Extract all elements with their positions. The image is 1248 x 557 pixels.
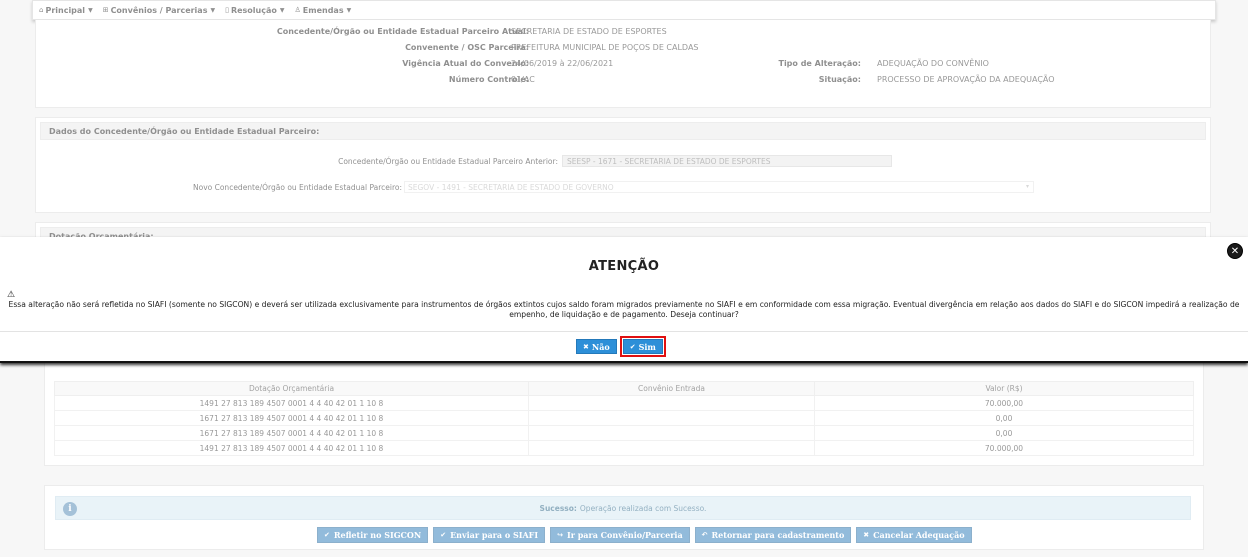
nao-label: Não <box>591 341 610 352</box>
close-icon: ✖ <box>583 342 589 351</box>
sim-highlight: ✔ Sim <box>619 336 666 357</box>
dialog-title: ATENÇÃO <box>588 259 660 274</box>
sim-button[interactable]: ✔ Sim <box>622 339 663 354</box>
close-circle-icon[interactable]: ✕ <box>1227 243 1243 259</box>
dialog-divider <box>0 331 1248 332</box>
check-icon: ✔ <box>629 342 636 351</box>
dialog-buttons: ✖ Não ✔ Sim <box>576 336 666 357</box>
sim-label: Sim <box>638 341 656 352</box>
dialog-message: Essa alteração não será refletida no SIA… <box>8 300 1240 319</box>
confirm-dialog: ✕ ATENÇÃO ⚠ Essa alteração não será refl… <box>0 237 1248 363</box>
nao-button[interactable]: ✖ Não <box>576 339 617 354</box>
warning-icon: ⚠ <box>7 290 16 300</box>
